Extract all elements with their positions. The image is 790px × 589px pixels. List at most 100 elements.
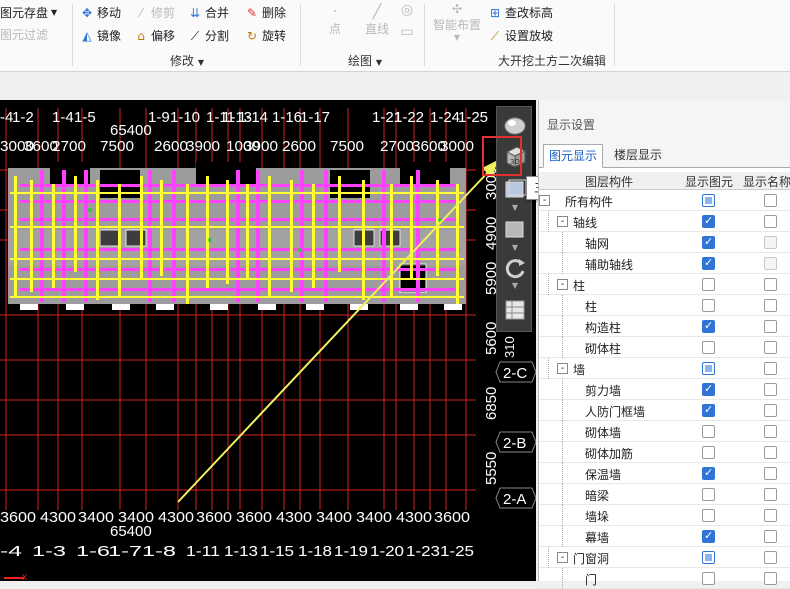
table-row[interactable]: 砌体墙 <box>539 421 790 442</box>
chevron-down-icon: ▼ <box>51 8 58 17</box>
show-element-checkbox[interactable] <box>702 551 715 564</box>
table-row[interactable]: 墙垛 <box>539 505 790 526</box>
tab-floor-display[interactable]: 楼层显示 <box>609 144 667 168</box>
show-name-checkbox[interactable] <box>764 488 777 501</box>
tree-line <box>562 253 563 274</box>
table-row[interactable]: - 所有构件 <box>539 190 790 211</box>
cad-drawing: -41-2 1-4 1-5 1-9 1-10 1-111-131-14 1-161-17 1-… <box>0 108 536 581</box>
show-name-checkbox[interactable] <box>764 362 777 375</box>
show-name-checkbox[interactable] <box>764 194 777 207</box>
show-element-checkbox[interactable] <box>702 509 715 522</box>
show-name-checkbox[interactable] <box>764 383 777 396</box>
show-element-checkbox[interactable] <box>702 214 715 228</box>
chevron-down-icon[interactable]: ▼ <box>501 203 529 213</box>
table-row[interactable]: -墙 <box>539 358 790 379</box>
table-row[interactable]: - 轴线 <box>539 211 790 232</box>
tree-collapse-icon[interactable]: - <box>557 216 568 227</box>
chevron-down-icon[interactable]: ▼ <box>501 281 529 291</box>
show-name-checkbox[interactable] <box>764 509 777 522</box>
split-button[interactable]: ⟋ 分割 <box>188 26 229 46</box>
structural-column <box>312 184 315 288</box>
show-element-checkbox[interactable] <box>702 319 715 333</box>
show-element-checkbox[interactable] <box>702 278 715 291</box>
show-name-checkbox[interactable] <box>764 404 777 417</box>
rotate-button[interactable]: ↻ 旋转 <box>245 26 286 46</box>
chevron-down-icon[interactable]: ▼ <box>501 243 529 253</box>
front-view-icon[interactable] <box>501 217 529 243</box>
drawing-area-strip <box>0 72 536 100</box>
dimension-text-top: 2700 <box>380 138 414 155</box>
set-slope-button[interactable]: ⟋ 设置放坡 <box>488 26 553 46</box>
offset-button[interactable]: ⌂ 偏移 <box>134 26 175 46</box>
show-name-checkbox[interactable] <box>764 467 777 480</box>
tab-element-display[interactable]: 图元显示 <box>543 144 604 168</box>
show-element-checkbox[interactable] <box>702 235 715 249</box>
show-element-checkbox[interactable] <box>702 299 715 312</box>
show-name-checkbox[interactable] <box>764 278 777 291</box>
table-row[interactable]: 幕墙 <box>539 526 790 547</box>
tree-collapse-icon[interactable]: - <box>539 195 550 206</box>
line-button[interactable]: ╱ 直线 <box>360 4 394 37</box>
merge-button[interactable]: ⇊ 合并 <box>188 3 229 23</box>
table-row[interactable]: 保温墙 <box>539 463 790 484</box>
delete-button[interactable]: ✎ 删除 <box>245 3 286 23</box>
show-element-checkbox[interactable] <box>702 572 715 585</box>
refresh-rotate-icon[interactable] <box>501 255 529 281</box>
table-row[interactable]: -柱 <box>539 274 790 295</box>
show-name-checkbox[interactable] <box>764 341 777 354</box>
show-name-checkbox[interactable] <box>764 236 777 249</box>
show-element-checkbox[interactable] <box>702 466 715 480</box>
merge-icon: ⇊ <box>189 6 201 20</box>
show-element-checkbox[interactable] <box>702 341 715 354</box>
tree-collapse-icon[interactable]: - <box>557 552 568 563</box>
drawing-canvas[interactable]: -4 1-2 1-4 1-5 1-9 1-10 1-11 1-13 1-14 1-16 1-17 1-… <box>0 100 536 581</box>
show-name-checkbox[interactable] <box>764 530 777 543</box>
table-row[interactable]: 柱 <box>539 295 790 316</box>
smart-layout-icon: ✣ <box>451 2 463 16</box>
show-element-checkbox[interactable] <box>702 425 715 438</box>
show-element-checkbox[interactable] <box>702 382 715 396</box>
move-button[interactable]: ✥ 移动 <box>80 3 121 23</box>
show-element-checkbox[interactable] <box>702 488 715 501</box>
save-element-button[interactable]: 图元存盘 ▼ <box>0 3 57 23</box>
show-element-checkbox[interactable] <box>702 256 715 270</box>
smart-layout-button[interactable]: ✣ 智能布置 ▼ <box>430 2 484 42</box>
point-button[interactable]: · 点 <box>322 4 348 37</box>
green-marker <box>208 238 212 242</box>
show-element-checkbox[interactable] <box>702 446 715 459</box>
show-element-checkbox[interactable] <box>702 362 715 375</box>
grid-view-icon[interactable] <box>501 297 529 323</box>
show-name-checkbox[interactable] <box>764 299 777 312</box>
show-element-checkbox[interactable] <box>702 403 715 417</box>
tree-collapse-icon[interactable]: - <box>557 363 568 374</box>
trim-button[interactable]: ⁄ 修剪 <box>134 3 175 23</box>
show-name-checkbox[interactable] <box>764 215 777 228</box>
show-name-checkbox[interactable] <box>764 446 777 459</box>
tree-collapse-icon[interactable]: - <box>557 279 568 290</box>
element-filter-button[interactable]: 图元过滤 <box>0 25 48 45</box>
circle-draw-icon[interactable]: ◎ <box>398 2 416 18</box>
mirror-button[interactable]: ◭ 镜像 <box>80 26 121 46</box>
table-row[interactable]: 门 <box>539 568 790 589</box>
show-name-checkbox[interactable] <box>764 320 777 333</box>
table-row[interactable]: 辅助轴线 <box>539 253 790 274</box>
table-row[interactable]: 构造柱 <box>539 316 790 337</box>
show-name-checkbox[interactable] <box>764 257 777 270</box>
table-row[interactable]: 轴网 <box>539 232 790 253</box>
table-row[interactable]: 人防门框墙 <box>539 400 790 421</box>
table-row[interactable]: 砌体加筋 <box>539 442 790 463</box>
show-name-checkbox[interactable] <box>764 551 777 564</box>
table-row[interactable]: 剪力墙 <box>539 379 790 400</box>
show-name-checkbox[interactable] <box>764 572 777 585</box>
show-name-checkbox[interactable] <box>764 425 777 438</box>
edit-elevation-button[interactable]: ⊞ 查改标高 <box>488 3 553 23</box>
table-row[interactable]: - 门窗洞 <box>539 547 790 568</box>
eraser-icon: ✎ <box>246 6 258 20</box>
table-row[interactable]: 暗梁 <box>539 484 790 505</box>
rect-draw-icon[interactable]: ▭ <box>398 24 416 40</box>
show-element-checkbox[interactable] <box>702 194 715 207</box>
set-slope-icon: ⟋ <box>490 29 500 43</box>
show-element-checkbox[interactable] <box>702 529 715 543</box>
top-view-icon[interactable] <box>501 177 529 203</box>
table-row[interactable]: 砌体柱 <box>539 337 790 358</box>
